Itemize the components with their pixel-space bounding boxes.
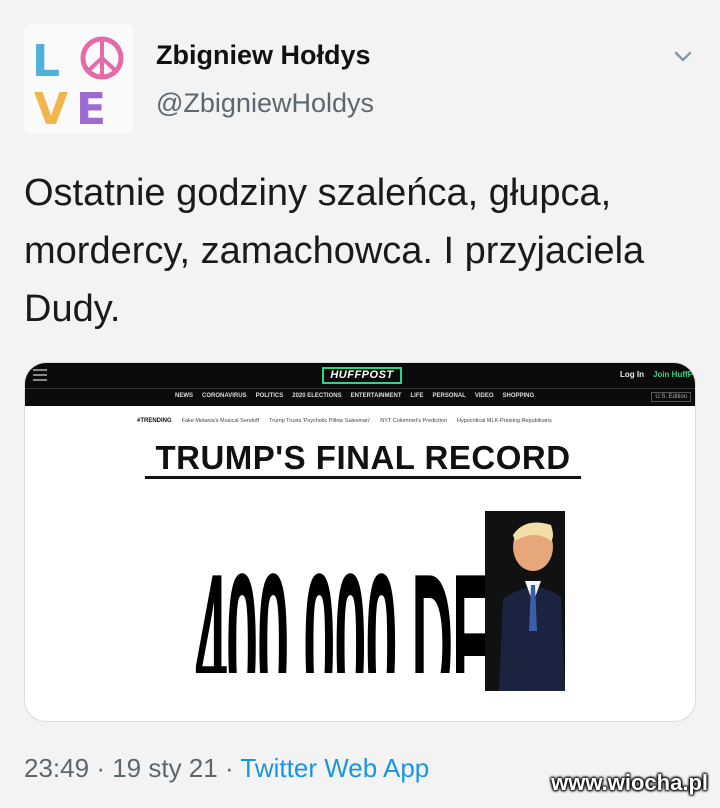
edition-badge: U.S. Edition <box>651 392 691 402</box>
trending-tag: #TRENDING <box>137 418 172 424</box>
nav-item: PERSONAL <box>432 393 466 399</box>
nav-item: POLITICS <box>255 393 284 399</box>
menu-icon <box>33 369 47 381</box>
nav-item: 2020 ELECTIONS <box>292 393 342 399</box>
tweet-time: 23:49 <box>24 753 90 783</box>
user-handle[interactable]: @ZbigniewHoldys <box>156 88 374 119</box>
trending-item: Fake Melania's Musical Sendoff <box>181 418 260 424</box>
nav-item: CORONAVIRUS <box>202 393 247 399</box>
user-name[interactable]: Zbigniew Hołdys <box>156 40 371 71</box>
huffpost-join: Join HuffPost <box>653 370 695 379</box>
nav-item: LIFE <box>410 393 424 399</box>
svg-text:E: E <box>76 84 106 134</box>
nav-item: VIDEO <box>474 393 494 399</box>
avatar[interactable]: L V E <box>24 24 134 134</box>
tweet-header: L V E Zbigniew Hołdys @ZbigniewHoldys <box>24 24 700 134</box>
svg-text:L: L <box>32 36 60 87</box>
trending-bar: #TRENDING Fake Melania's Musical Sendoff… <box>137 418 552 424</box>
meta-separator: · <box>96 753 105 783</box>
huffpost-nav: NEWS CORONAVIRUS POLITICS 2020 ELECTIONS… <box>25 388 695 406</box>
huffpost-login: Log In <box>620 370 644 379</box>
tweet-source-link[interactable]: Twitter Web App <box>240 753 429 783</box>
media-card[interactable]: HUFFPOST Log In Join HuffPost NEWS CORON… <box>24 362 696 722</box>
nav-item: ENTERTAINMENT <box>350 393 402 399</box>
trending-item: Trump Trusts 'Psychotic Pillow Salesman' <box>269 418 371 424</box>
tweet-text: Ostatnie godziny szaleńca, głupca, morde… <box>24 172 645 330</box>
nav-item: NEWS <box>175 393 193 399</box>
meta-separator: · <box>224 753 234 783</box>
watermark: www.wiocha.pl <box>551 770 708 795</box>
trending-item: NYT Columnist's Prediction <box>380 418 447 424</box>
chevron-down-icon[interactable] <box>670 44 696 70</box>
tweet-date: 19 sty 21 <box>112 753 218 783</box>
huffpost-topbar: HUFFPOST Log In Join HuffPost <box>25 363 695 388</box>
svg-text:V: V <box>34 84 68 134</box>
tweet-meta: 23:49 · 19 sty 21 · Twitter Web App <box>24 753 429 784</box>
big-headline-text: 400,000 DEAD <box>195 532 535 673</box>
big-headline: 400,000 DEAD <box>195 493 535 673</box>
trending-item: Hypocritical MLK-Praising Republicans <box>456 418 552 424</box>
card-headline: TRUMP'S FINAL RECORD <box>145 440 581 479</box>
nav-item: SHOPPING <box>502 393 535 399</box>
love-avatar-icon: L V E <box>32 36 124 134</box>
portrait-photo <box>485 511 565 691</box>
huffpost-logo: HUFFPOST <box>322 367 402 384</box>
